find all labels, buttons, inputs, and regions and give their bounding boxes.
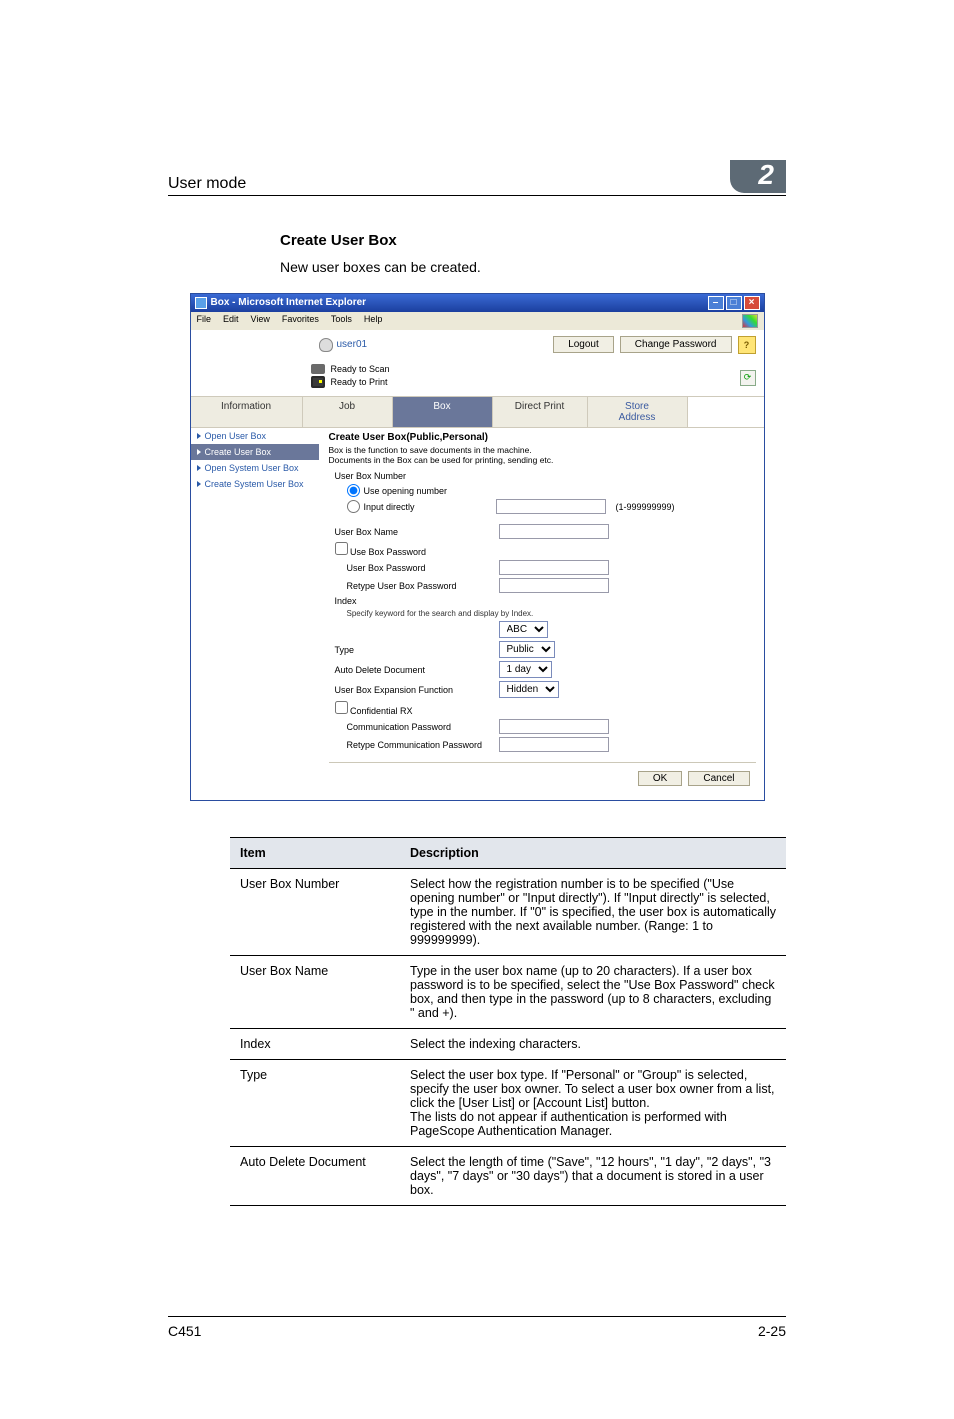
logout-button[interactable]: Logout bbox=[553, 336, 614, 353]
ie-titlebar: Box - Microsoft Internet Explorer – □ × bbox=[191, 294, 764, 312]
table-row: IndexSelect the indexing characters. bbox=[230, 1029, 786, 1060]
user-name: user01 bbox=[337, 339, 368, 350]
cell-item: User Box Name bbox=[230, 956, 400, 1029]
cell-description: Type in the user box name (up to 20 char… bbox=[400, 956, 786, 1029]
radio-input-directly[interactable] bbox=[347, 500, 360, 513]
select-index[interactable]: ABC bbox=[499, 621, 548, 638]
label-communication-password: Communication Password bbox=[329, 722, 499, 732]
nav-create-user-box[interactable]: Create User Box bbox=[191, 444, 319, 460]
menu-favorites[interactable]: Favorites bbox=[282, 314, 319, 328]
label-index: Index bbox=[329, 596, 499, 606]
windows-flag-icon bbox=[742, 314, 758, 328]
ie-menubar: File Edit View Favorites Tools Help bbox=[191, 312, 764, 330]
chapter-number: 2 bbox=[730, 160, 786, 193]
input-retype-user-box-password[interactable] bbox=[499, 578, 609, 593]
description-table: Item Description User Box NumberSelect h… bbox=[230, 837, 786, 1206]
ie-logo-icon bbox=[195, 297, 207, 309]
triangle-icon bbox=[197, 465, 201, 471]
menu-tools[interactable]: Tools bbox=[331, 314, 352, 328]
footer-right: 2-25 bbox=[758, 1323, 786, 1339]
triangle-icon bbox=[197, 449, 201, 455]
table-row: TypeSelect the user box type. If "Person… bbox=[230, 1060, 786, 1147]
cell-item: Auto Delete Document bbox=[230, 1147, 400, 1206]
tab-store-address[interactable]: Store Address bbox=[588, 397, 688, 427]
tab-information[interactable]: Information bbox=[191, 397, 303, 427]
minimize-button[interactable]: – bbox=[708, 296, 724, 310]
tab-direct-print[interactable]: Direct Print bbox=[493, 397, 588, 427]
label-use-opening: Use opening number bbox=[364, 486, 448, 496]
menu-view[interactable]: View bbox=[251, 314, 270, 328]
cell-description: Select how the registration number is to… bbox=[400, 869, 786, 956]
user-icon bbox=[319, 338, 333, 352]
input-user-box-password[interactable] bbox=[499, 560, 609, 575]
status-scan: Ready to Scan bbox=[331, 364, 390, 374]
ie-window: Box - Microsoft Internet Explorer – □ × … bbox=[190, 293, 765, 801]
cell-description: Select the indexing characters. bbox=[400, 1029, 786, 1060]
input-communication-password[interactable] bbox=[499, 719, 609, 734]
label-retype-communication-password: Retype Communication Password bbox=[329, 740, 499, 750]
triangle-icon bbox=[197, 433, 201, 439]
ok-button[interactable]: OK bbox=[638, 771, 682, 786]
ie-title: Box - Microsoft Internet Explorer bbox=[211, 297, 367, 308]
scanner-icon bbox=[311, 364, 325, 374]
th-item: Item bbox=[230, 838, 400, 869]
change-password-button[interactable]: Change Password bbox=[620, 336, 732, 353]
cell-description: Select the user box type. If "Personal" … bbox=[400, 1060, 786, 1147]
nav-open-user-box[interactable]: Open User Box bbox=[191, 428, 319, 444]
label-confidential-rx: Confidential RX bbox=[350, 706, 413, 716]
menu-help[interactable]: Help bbox=[364, 314, 383, 328]
form-desc: Box is the function to save documents in… bbox=[329, 445, 756, 465]
nav-create-system-user-box[interactable]: Create System User Box bbox=[191, 476, 319, 492]
label-input-directly: Input directly bbox=[364, 502, 492, 512]
cell-item: User Box Number bbox=[230, 869, 400, 956]
label-user-box-expansion: User Box Expansion Function bbox=[329, 685, 499, 695]
menu-edit[interactable]: Edit bbox=[223, 314, 239, 328]
label-retype-user-box-password: Retype User Box Password bbox=[329, 581, 499, 591]
cell-item: Index bbox=[230, 1029, 400, 1060]
tab-spacer bbox=[688, 397, 764, 427]
cancel-button[interactable]: Cancel bbox=[688, 771, 749, 786]
form-heading: Create User Box(Public,Personal) bbox=[329, 432, 756, 443]
select-type[interactable]: Public bbox=[499, 641, 555, 658]
table-row: User Box NameType in the user box name (… bbox=[230, 956, 786, 1029]
cell-item: Type bbox=[230, 1060, 400, 1147]
input-user-box-name[interactable] bbox=[499, 524, 609, 539]
select-auto-delete[interactable]: 1 day bbox=[499, 661, 552, 678]
refresh-icon[interactable]: ⟳ bbox=[740, 370, 756, 386]
triangle-icon bbox=[197, 481, 201, 487]
select-expansion[interactable]: Hidden bbox=[499, 681, 559, 698]
nav-open-system-user-box[interactable]: Open System User Box bbox=[191, 460, 319, 476]
menu-file[interactable]: File bbox=[197, 314, 212, 328]
side-nav: Open User Box Create User Box Open Syste… bbox=[191, 428, 319, 800]
tab-box[interactable]: Box bbox=[393, 397, 493, 427]
checkbox-confidential-rx[interactable] bbox=[335, 701, 348, 714]
radio-use-opening-number[interactable] bbox=[347, 484, 360, 497]
label-use-box-password: Use Box Password bbox=[350, 547, 426, 557]
table-row: User Box NumberSelect how the registrati… bbox=[230, 869, 786, 956]
maximize-button[interactable]: □ bbox=[726, 296, 742, 310]
close-button[interactable]: × bbox=[744, 296, 760, 310]
header-title: User mode bbox=[168, 175, 246, 193]
note-index: Specify keyword for the search and displ… bbox=[329, 609, 756, 618]
label-type: Type bbox=[329, 645, 499, 655]
input-retype-communication-password[interactable] bbox=[499, 737, 609, 752]
tab-job[interactable]: Job bbox=[303, 397, 393, 427]
section-title: Create User Box bbox=[280, 232, 786, 249]
printer-icon bbox=[311, 376, 325, 388]
cell-description: Select the length of time ("Save", "12 h… bbox=[400, 1147, 786, 1206]
label-auto-delete-document: Auto Delete Document bbox=[329, 665, 499, 675]
create-user-box-form: Create User Box(Public,Personal) Box is … bbox=[319, 428, 764, 800]
table-row: Auto Delete DocumentSelect the length of… bbox=[230, 1147, 786, 1206]
label-user-box-name: User Box Name bbox=[329, 527, 499, 537]
section-body: New user boxes can be created. bbox=[280, 259, 786, 275]
checkbox-use-box-password[interactable] bbox=[335, 542, 348, 555]
label-user-box-number: User Box Number bbox=[329, 471, 499, 481]
status-print: Ready to Print bbox=[331, 377, 388, 387]
input-box-number[interactable] bbox=[496, 499, 606, 514]
th-description: Description bbox=[400, 838, 786, 869]
label-range: (1-999999999) bbox=[616, 502, 675, 512]
label-user-box-password: User Box Password bbox=[329, 563, 499, 573]
footer-left: C451 bbox=[168, 1323, 201, 1339]
help-icon[interactable]: ? bbox=[738, 336, 756, 354]
